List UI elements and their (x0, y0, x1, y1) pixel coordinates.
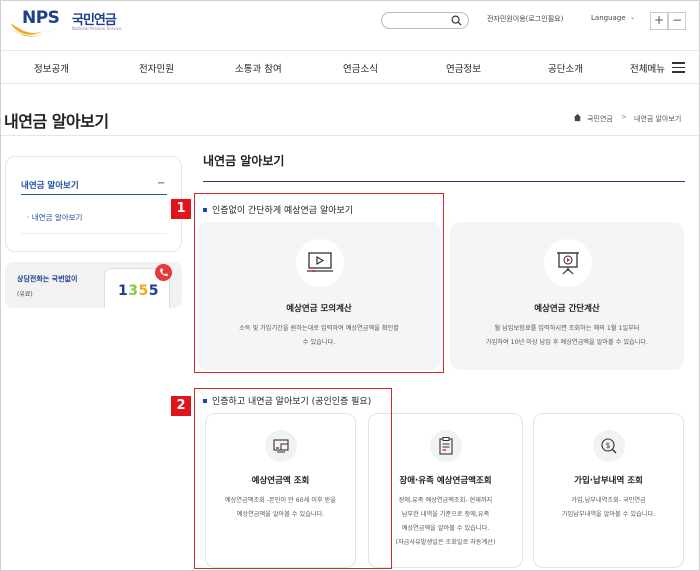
simple-calc-card[interactable]: 예상연금 간단계산 월 납입보험료를 입력하시면 조회하는 해의 1월 1일부터… (450, 222, 684, 370)
nav-all-menu[interactable]: 전체메뉴 (630, 61, 665, 75)
nps-logo[interactable]: NPS 국민연금 National Pension Service (8, 7, 122, 37)
simple-calc-title: 예상연금 간단계산 (534, 304, 600, 314)
search-icon[interactable] (451, 15, 462, 26)
enrollment-payment-title: 가입·납부내역 조회 (574, 476, 643, 486)
page-title: 내연금 알아보기 (4, 112, 109, 131)
phone-number: 1355 (118, 283, 159, 299)
breadcrumb-home[interactable]: 국민연금 (587, 114, 613, 124)
zoom-in-button[interactable]: + (650, 12, 668, 30)
language-select[interactable]: Language (591, 14, 626, 22)
enrollment-payment-desc: 가입,납부내역조회- 국민연금 가입납부내역을 알아볼 수 있습니다. (561, 497, 656, 518)
logo-subtitle: National Pension Service (72, 26, 122, 31)
nav-pension-news[interactable]: 연금소식 (343, 61, 378, 75)
nav-about[interactable]: 공단소개 (548, 61, 583, 75)
nav-communication[interactable]: 소통과 참여 (235, 61, 282, 75)
chevron-down-icon: ⌄ (630, 14, 636, 21)
number-badge-1: 1 (171, 199, 191, 219)
nav-info-disclosure[interactable]: 정보공개 (34, 61, 69, 75)
lnb-divider-bottom (21, 233, 167, 234)
lnb-divider (21, 194, 167, 195)
lnb-sub-item[interactable]: · 내연금 알아보기 (27, 212, 82, 223)
zoom-out-button[interactable]: − (668, 12, 686, 30)
title-divider (0, 135, 700, 136)
clipboard-icon (430, 430, 462, 462)
hamburger-menu-icon[interactable] (672, 62, 685, 73)
simple-calc-desc: 월 납입보험료를 입력하시면 조회하는 해의 1월 1일부터 가입하여 10년 … (485, 325, 649, 346)
svg-text:$: $ (606, 441, 611, 450)
presentation-board-icon (544, 239, 592, 287)
content-title-divider (203, 181, 685, 182)
highlight-box-2 (194, 388, 392, 569)
enrollment-payment-card[interactable]: $ 가입·납부내역 조회 가입,납부내역조회- 국민연금 가입납부내역을 알아볼… (533, 413, 684, 568)
header: NPS 국민연금 National Pension Service 전자민원이용… (0, 0, 700, 42)
main-navigation: 정보공개 전자민원 소통과 참여 연금소식 연금정보 공단소개 전체메뉴 (0, 50, 700, 84)
dollar-search-icon: $ (593, 430, 625, 462)
number-badge-2: 2 (171, 396, 191, 416)
logo-nps-text: NPS (22, 8, 60, 28)
breadcrumb-separator: > (621, 113, 627, 121)
side-navigation: 내연금 알아보기 − · 내연금 알아보기 (5, 156, 182, 252)
breadcrumb-current: 내연금 알아보기 (634, 115, 682, 123)
e-civil-service-link[interactable]: 전자민원이용(로그인필요) (487, 14, 563, 24)
highlight-box-1 (194, 193, 444, 373)
call-banner-sub: (유료) (17, 291, 33, 298)
collapse-icon[interactable]: − (157, 178, 165, 189)
nav-e-civil[interactable]: 전자민원 (139, 61, 174, 75)
home-icon[interactable] (573, 113, 582, 122)
lnb-heading[interactable]: 내연금 알아보기 (21, 179, 79, 191)
call-banner-title: 상담전화는 국번없이 (17, 275, 78, 283)
content-title: 내연금 알아보기 (203, 154, 285, 168)
phone-icon (155, 264, 172, 281)
search-input[interactable] (381, 12, 469, 29)
nav-pension-info[interactable]: 연금정보 (446, 61, 481, 75)
